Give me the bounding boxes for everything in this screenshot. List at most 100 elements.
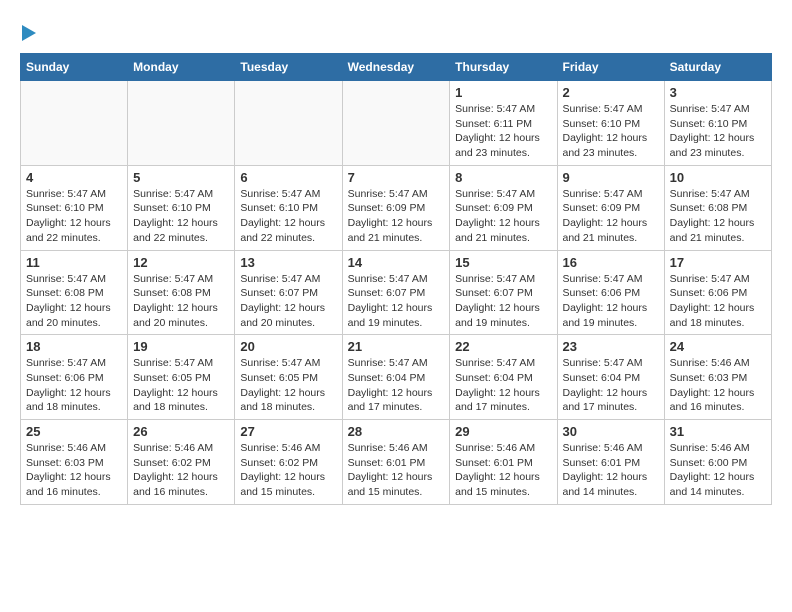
calendar-cell: 21Sunrise: 5:47 AM Sunset: 6:04 PM Dayli… bbox=[342, 335, 450, 420]
day-info: Sunrise: 5:47 AM Sunset: 6:07 PM Dayligh… bbox=[240, 272, 336, 331]
day-number: 9 bbox=[563, 170, 659, 185]
day-number: 1 bbox=[455, 85, 551, 100]
header bbox=[20, 20, 772, 43]
calendar-table: SundayMondayTuesdayWednesdayThursdayFrid… bbox=[20, 53, 772, 505]
day-info: Sunrise: 5:47 AM Sunset: 6:10 PM Dayligh… bbox=[26, 187, 122, 246]
day-info: Sunrise: 5:47 AM Sunset: 6:09 PM Dayligh… bbox=[348, 187, 445, 246]
calendar-cell bbox=[128, 81, 235, 166]
day-number: 15 bbox=[455, 255, 551, 270]
day-number: 7 bbox=[348, 170, 445, 185]
day-info: Sunrise: 5:47 AM Sunset: 6:07 PM Dayligh… bbox=[455, 272, 551, 331]
day-header-saturday: Saturday bbox=[664, 54, 771, 81]
calendar-cell: 22 Sunrise: 5:47 AM Sunset: 6:04 PM Dayli… bbox=[450, 335, 557, 420]
calendar-cell: 30 Sunrise: 5:46 AM Sunset: 6:01 PM Dayli… bbox=[557, 420, 664, 505]
day-number: 30 bbox=[563, 424, 659, 439]
calendar-cell: 27Sunrise: 5:46 AM Sunset: 6:02 PM Dayli… bbox=[235, 420, 342, 505]
calendar-cell: 1 Sunrise: 5:47 AM Sunset: 6:11 PM Daylig… bbox=[450, 81, 557, 166]
day-info: Sunrise: 5:47 AM Sunset: 6:06 PM Dayligh… bbox=[670, 272, 766, 331]
day-info: Sunrise: 5:47 AM Sunset: 6:10 PM Dayligh… bbox=[670, 102, 766, 161]
day-info: Sunrise: 5:47 AM Sunset: 6:05 PM Dayligh… bbox=[133, 356, 229, 415]
calendar-cell: 24Sunrise: 5:46 AM Sunset: 6:03 PM Dayli… bbox=[664, 335, 771, 420]
calendar-week-5: 25 Sunrise: 5:46 AM Sunset: 6:03 PM Dayli… bbox=[21, 420, 772, 505]
day-number: 27 bbox=[240, 424, 336, 439]
day-header-friday: Friday bbox=[557, 54, 664, 81]
calendar-cell: 8 Sunrise: 5:47 AM Sunset: 6:09 PM Daylig… bbox=[450, 165, 557, 250]
day-header-wednesday: Wednesday bbox=[342, 54, 450, 81]
day-number: 12 bbox=[133, 255, 229, 270]
day-number: 31 bbox=[670, 424, 766, 439]
day-info: Sunrise: 5:47 AM Sunset: 6:04 PM Dayligh… bbox=[455, 356, 551, 415]
calendar-cell bbox=[342, 81, 450, 166]
day-number: 18 bbox=[26, 339, 122, 354]
calendar-cell: 6Sunrise: 5:47 AM Sunset: 6:10 PM Daylig… bbox=[235, 165, 342, 250]
calendar-cell: 17 Sunrise: 5:47 AM Sunset: 6:06 PM Dayli… bbox=[664, 250, 771, 335]
day-info: Sunrise: 5:47 AM Sunset: 6:04 PM Dayligh… bbox=[563, 356, 659, 415]
calendar-cell: 2Sunrise: 5:47 AM Sunset: 6:10 PM Daylig… bbox=[557, 81, 664, 166]
day-info: Sunrise: 5:46 AM Sunset: 6:02 PM Dayligh… bbox=[133, 441, 229, 500]
calendar-week-4: 18 Sunrise: 5:47 AM Sunset: 6:06 PM Dayli… bbox=[21, 335, 772, 420]
day-info: Sunrise: 5:47 AM Sunset: 6:08 PM Dayligh… bbox=[133, 272, 229, 331]
calendar-cell: 14 Sunrise: 5:47 AM Sunset: 6:07 PM Dayli… bbox=[342, 250, 450, 335]
day-info: Sunrise: 5:46 AM Sunset: 6:03 PM Dayligh… bbox=[26, 441, 122, 500]
day-number: 19 bbox=[133, 339, 229, 354]
calendar-cell: 12 Sunrise: 5:47 AM Sunset: 6:08 PM Dayli… bbox=[128, 250, 235, 335]
day-number: 11 bbox=[26, 255, 122, 270]
day-number: 5 bbox=[133, 170, 229, 185]
day-number: 3 bbox=[670, 85, 766, 100]
day-info: Sunrise: 5:46 AM Sunset: 6:01 PM Dayligh… bbox=[348, 441, 445, 500]
calendar-cell: 11 Sunrise: 5:47 AM Sunset: 6:08 PM Dayli… bbox=[21, 250, 128, 335]
day-number: 17 bbox=[670, 255, 766, 270]
calendar-cell: 18 Sunrise: 5:47 AM Sunset: 6:06 PM Dayli… bbox=[21, 335, 128, 420]
day-info: Sunrise: 5:46 AM Sunset: 6:01 PM Dayligh… bbox=[563, 441, 659, 500]
calendar-cell: 3 Sunrise: 5:47 AM Sunset: 6:10 PM Daylig… bbox=[664, 81, 771, 166]
day-number: 23 bbox=[563, 339, 659, 354]
calendar-cell: 10 Sunrise: 5:47 AM Sunset: 6:08 PM Dayli… bbox=[664, 165, 771, 250]
day-number: 10 bbox=[670, 170, 766, 185]
day-number: 29 bbox=[455, 424, 551, 439]
day-info: Sunrise: 5:47 AM Sunset: 6:10 PM Dayligh… bbox=[240, 187, 336, 246]
day-number: 8 bbox=[455, 170, 551, 185]
day-info: Sunrise: 5:47 AM Sunset: 6:07 PM Dayligh… bbox=[348, 272, 445, 331]
day-info: Sunrise: 5:47 AM Sunset: 6:09 PM Dayligh… bbox=[455, 187, 551, 246]
calendar-cell: 29 Sunrise: 5:46 AM Sunset: 6:01 PM Dayli… bbox=[450, 420, 557, 505]
day-number: 22 bbox=[455, 339, 551, 354]
day-info: Sunrise: 5:47 AM Sunset: 6:06 PM Dayligh… bbox=[26, 356, 122, 415]
calendar-week-1: 1 Sunrise: 5:47 AM Sunset: 6:11 PM Daylig… bbox=[21, 81, 772, 166]
calendar-cell: 25 Sunrise: 5:46 AM Sunset: 6:03 PM Dayli… bbox=[21, 420, 128, 505]
calendar-cell: 9Sunrise: 5:47 AM Sunset: 6:09 PM Daylig… bbox=[557, 165, 664, 250]
logo-arrow-icon bbox=[22, 25, 36, 41]
day-info: Sunrise: 5:47 AM Sunset: 6:11 PM Dayligh… bbox=[455, 102, 551, 161]
calendar-body: 1 Sunrise: 5:47 AM Sunset: 6:11 PM Daylig… bbox=[21, 81, 772, 505]
calendar-cell: 5Sunrise: 5:47 AM Sunset: 6:10 PM Daylig… bbox=[128, 165, 235, 250]
day-header-sunday: Sunday bbox=[21, 54, 128, 81]
day-number: 24 bbox=[670, 339, 766, 354]
day-number: 20 bbox=[240, 339, 336, 354]
day-number: 2 bbox=[563, 85, 659, 100]
calendar-cell: 28 Sunrise: 5:46 AM Sunset: 6:01 PM Dayli… bbox=[342, 420, 450, 505]
calendar-cell: 23 Sunrise: 5:47 AM Sunset: 6:04 PM Dayli… bbox=[557, 335, 664, 420]
calendar-cell bbox=[21, 81, 128, 166]
calendar-cell: 26Sunrise: 5:46 AM Sunset: 6:02 PM Dayli… bbox=[128, 420, 235, 505]
day-info: Sunrise: 5:46 AM Sunset: 6:01 PM Dayligh… bbox=[455, 441, 551, 500]
day-number: 4 bbox=[26, 170, 122, 185]
calendar-week-2: 4 Sunrise: 5:47 AM Sunset: 6:10 PM Daylig… bbox=[21, 165, 772, 250]
calendar-cell: 20Sunrise: 5:47 AM Sunset: 6:05 PM Dayli… bbox=[235, 335, 342, 420]
day-info: Sunrise: 5:47 AM Sunset: 6:06 PM Dayligh… bbox=[563, 272, 659, 331]
day-info: Sunrise: 5:47 AM Sunset: 6:08 PM Dayligh… bbox=[670, 187, 766, 246]
calendar-cell bbox=[235, 81, 342, 166]
logo bbox=[20, 20, 36, 43]
calendar-cell: 7 Sunrise: 5:47 AM Sunset: 6:09 PM Daylig… bbox=[342, 165, 450, 250]
calendar-header-row: SundayMondayTuesdayWednesdayThursdayFrid… bbox=[21, 54, 772, 81]
day-number: 25 bbox=[26, 424, 122, 439]
day-header-monday: Monday bbox=[128, 54, 235, 81]
day-info: Sunrise: 5:47 AM Sunset: 6:08 PM Dayligh… bbox=[26, 272, 122, 331]
calendar-cell: 16 Sunrise: 5:47 AM Sunset: 6:06 PM Dayli… bbox=[557, 250, 664, 335]
day-number: 13 bbox=[240, 255, 336, 270]
day-number: 28 bbox=[348, 424, 445, 439]
day-number: 16 bbox=[563, 255, 659, 270]
day-number: 21 bbox=[348, 339, 445, 354]
calendar-week-3: 11 Sunrise: 5:47 AM Sunset: 6:08 PM Dayli… bbox=[21, 250, 772, 335]
calendar-cell: 4 Sunrise: 5:47 AM Sunset: 6:10 PM Daylig… bbox=[21, 165, 128, 250]
day-header-tuesday: Tuesday bbox=[235, 54, 342, 81]
day-number: 14 bbox=[348, 255, 445, 270]
